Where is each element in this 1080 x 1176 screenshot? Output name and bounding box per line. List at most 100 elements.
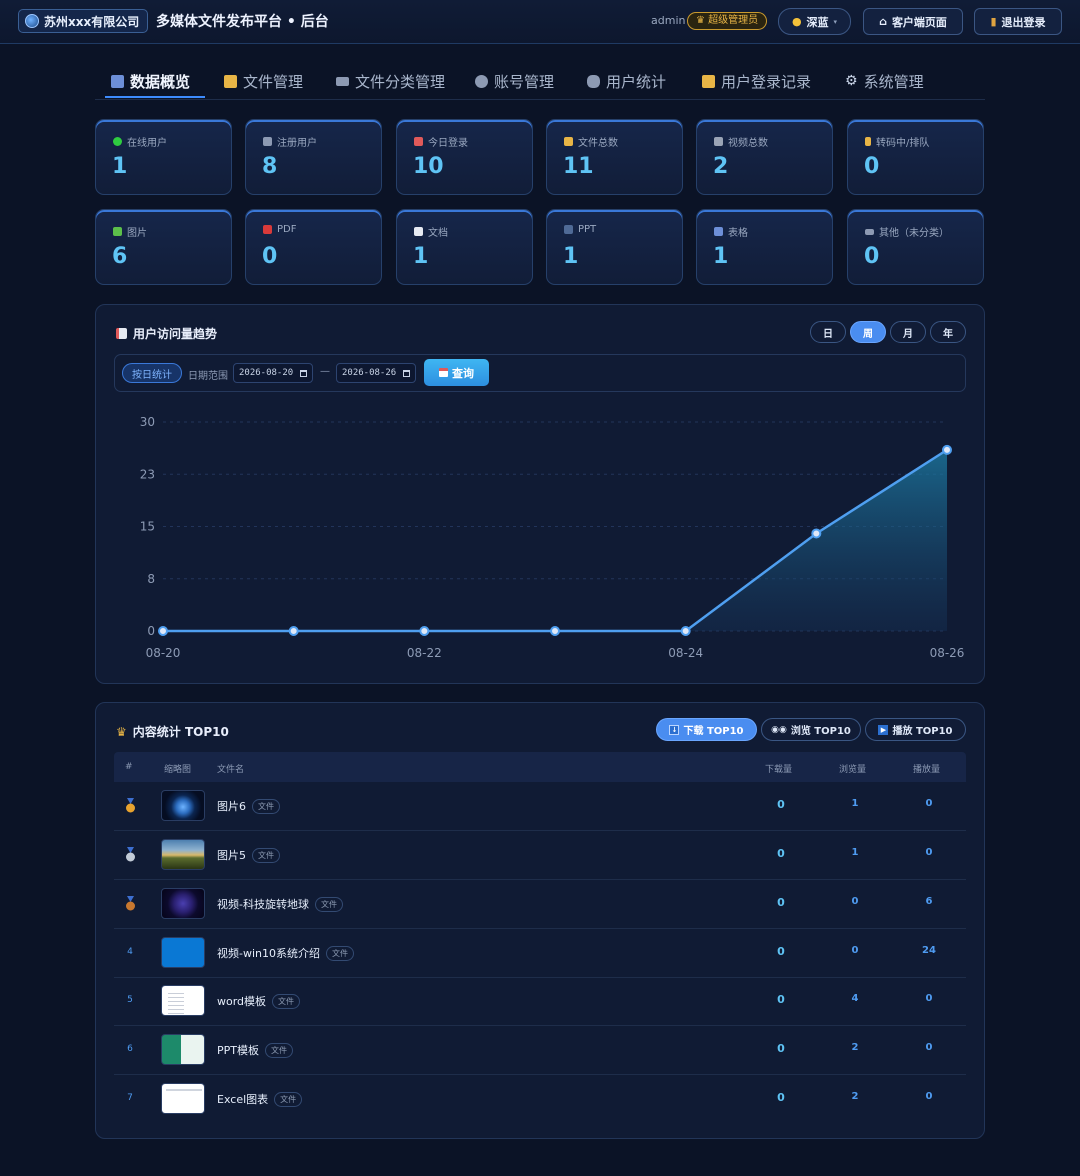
table-row[interactable]: 视频-科技旋转地球 文件 0 0 6: [114, 880, 966, 929]
date-from-value: 2026-08-20: [239, 368, 294, 378]
other-icon: [865, 228, 874, 235]
range-week-button[interactable]: 周: [850, 321, 886, 343]
theme-select[interactable]: ● 深蓝 ▾: [778, 8, 851, 35]
calendar-icon: [414, 137, 423, 146]
rank-number: 4: [127, 947, 133, 957]
plays-count: 0: [925, 798, 933, 809]
tab-label: 文件分类管理: [355, 72, 446, 91]
x-tick-label: 08-24: [668, 646, 703, 660]
views-count: 2: [851, 1042, 859, 1053]
tab-category-management[interactable]: 文件分类管理: [336, 70, 445, 92]
table-row[interactable]: 7 Excel图表 文件 0 2 0: [114, 1075, 966, 1124]
stat-card-total-files: 文件总数 11: [546, 119, 683, 195]
range-month-button[interactable]: 月: [890, 321, 926, 343]
range-day-button[interactable]: 日: [810, 321, 846, 343]
views-count: 0: [851, 945, 859, 956]
file-tag: 文件: [252, 847, 280, 863]
download-top10-button[interactable]: ↓ 下载 TOP10: [656, 718, 757, 741]
stat-value: 1: [112, 154, 128, 179]
hourglass-icon: [865, 137, 871, 146]
play-icon: ▶: [878, 724, 889, 735]
stat-card-total-videos: 视频总数 2: [696, 119, 833, 195]
company-logo: 苏州xxx有限公司: [18, 9, 148, 33]
data-point[interactable]: [680, 626, 691, 636]
pdf-icon: [263, 225, 272, 234]
file-name: 图片6: [217, 800, 246, 813]
tab-overview[interactable]: 数据概览: [111, 70, 190, 92]
rank-number: 7: [127, 1093, 133, 1103]
chevron-down-icon: ▾: [833, 17, 838, 26]
stat-label: 图片: [127, 228, 147, 239]
tab-system-management[interactable]: ⚙ 系统管理: [845, 70, 924, 92]
plays-count: 0: [925, 847, 933, 858]
top10-title-text: 内容统计 TOP10: [132, 725, 229, 739]
download-top10-label: 下载 TOP10: [683, 726, 744, 737]
tab-account-management[interactable]: 账号管理: [475, 70, 554, 92]
stat-card-ppt: PPT 1: [546, 209, 683, 285]
plays-count: 24: [922, 945, 936, 956]
play-top10-label: 播放 TOP10: [892, 726, 953, 737]
data-point[interactable]: [288, 626, 299, 636]
thumbnail-landscape: [161, 839, 205, 870]
y-tick-label: 23: [140, 467, 155, 481]
date-to-value: 2026-08-26: [342, 368, 397, 378]
x-tick-label: 08-20: [146, 646, 181, 660]
downloads-count: 0: [777, 798, 785, 811]
date-to-input[interactable]: 2026-08-26: [336, 363, 416, 383]
downloads-count: 0: [777, 1091, 785, 1104]
stat-label: PPT: [578, 224, 597, 235]
table-row[interactable]: 4 视频-win10系统介绍 文件 0 0 24: [114, 929, 966, 978]
view-top10-button[interactable]: ◉◉ 浏览 TOP10: [761, 718, 861, 741]
online-dot-icon: [113, 137, 122, 146]
file-tag: 文件: [314, 896, 343, 912]
data-point[interactable]: [419, 626, 430, 636]
calendar-icon: [403, 369, 410, 377]
date-from-input[interactable]: 2026-08-20: [233, 363, 313, 383]
table-row[interactable]: 图片6 文件 0 1 0: [114, 782, 966, 831]
gear-icon: ⚙: [845, 73, 858, 89]
file-name: PPT模板: [217, 1044, 259, 1057]
tab-user-statistics[interactable]: 用户统计: [587, 70, 666, 92]
downloads-count: 0: [777, 847, 785, 860]
top10-title: ♛ 内容统计 TOP10: [116, 723, 229, 740]
table-row[interactable]: 6 PPT模板 文件 0 2 0: [114, 1026, 966, 1075]
stat-mode-pill[interactable]: 按日统计: [122, 363, 182, 383]
stat-value: 10: [413, 154, 444, 179]
file-name: 视频-科技旋转地球: [217, 898, 309, 911]
stat-label: 其他（未分类）: [879, 228, 949, 239]
play-top10-button[interactable]: ▶ 播放 TOP10: [865, 718, 966, 741]
data-point[interactable]: [942, 444, 952, 455]
stat-card-registered-users: 注册用户 8: [245, 119, 382, 195]
downloads-count: 0: [777, 945, 785, 958]
downloads-count: 0: [777, 896, 785, 909]
table-row[interactable]: 图片5 文件 0 1 0: [114, 831, 966, 880]
views-count: 2: [851, 1091, 859, 1102]
data-point[interactable]: [158, 626, 168, 636]
table-row[interactable]: 5 word模板 文件 0 4 0: [114, 977, 966, 1026]
stat-label: 文件总数: [578, 138, 618, 149]
tab-file-management[interactable]: 文件管理: [224, 70, 303, 92]
data-point[interactable]: [550, 626, 560, 636]
role-badge: ♛ 超级管理员: [687, 12, 768, 30]
image-icon: [113, 227, 122, 236]
col-filename: 文件名: [217, 765, 245, 775]
stat-label: 转码中/排队: [876, 138, 930, 149]
client-page-button[interactable]: ⌂ 客户端页面: [863, 8, 963, 35]
trend-area-fill: [163, 449, 947, 631]
views-count: 1: [851, 798, 859, 809]
tab-login-records[interactable]: 用户登录记录: [702, 70, 811, 92]
stat-value: 2: [713, 154, 729, 179]
stat-value: 1: [413, 244, 429, 269]
bronze-medal-icon: [126, 896, 135, 911]
logout-button[interactable]: ▮ 退出登录: [974, 8, 1062, 35]
file-name: 图片5: [217, 849, 246, 862]
data-point[interactable]: [811, 528, 822, 539]
trend-title: 用户访问量趋势: [116, 325, 217, 342]
col-downloads: 下载量: [765, 765, 793, 775]
stat-label: 视频总数: [728, 138, 768, 149]
file-tag: 文件: [272, 993, 301, 1009]
date-separator: —: [320, 366, 330, 377]
query-button[interactable]: 查询: [424, 359, 489, 386]
globe-logo-icon: [25, 14, 39, 28]
range-year-button[interactable]: 年: [930, 321, 966, 343]
